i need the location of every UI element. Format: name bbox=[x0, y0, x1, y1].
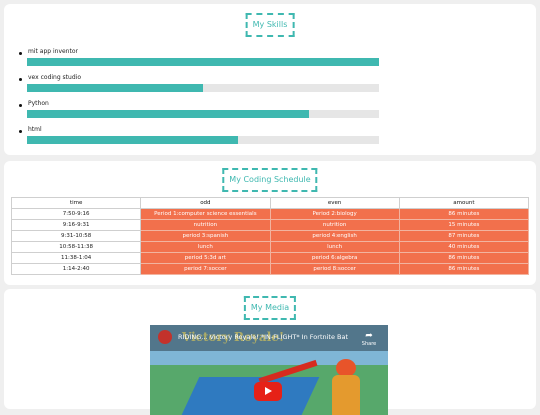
table-cell: Period 1:computer science essentials bbox=[140, 208, 271, 220]
channel-avatar-icon[interactable] bbox=[158, 330, 172, 344]
skills-card: My Skills mit app inventor vex coding st… bbox=[4, 4, 536, 155]
table-row: 10:58-11:38 lunch lunch 40 minutes bbox=[10, 241, 530, 253]
share-label: Share bbox=[361, 341, 377, 347]
table-cell: 11:38-1:04 bbox=[10, 252, 142, 264]
table-cell: period 8:soccer bbox=[269, 263, 400, 275]
bullet-icon bbox=[19, 130, 22, 133]
table-cell: 40 minutes bbox=[398, 241, 530, 253]
schedule-title: My Coding Schedule bbox=[222, 168, 318, 192]
table-cell: 86 minutes bbox=[398, 252, 530, 264]
table-cell: 87 minutes bbox=[398, 230, 530, 242]
media-card: My Media Victory Royale! RIDING... Victo… bbox=[4, 289, 536, 415]
table-cell: 10:58-11:38 bbox=[10, 241, 142, 253]
table-cell: 15 minutes bbox=[398, 219, 530, 231]
share-icon: ➦ bbox=[365, 331, 373, 341]
share-button[interactable]: ➦ Share bbox=[360, 331, 378, 347]
skills-title: My Skills bbox=[245, 13, 295, 37]
table-row: 11:38-1:04 period 5:3d art period 6:alge… bbox=[10, 252, 530, 264]
skill-progress-track bbox=[27, 136, 379, 144]
skill-label: Python bbox=[28, 100, 49, 107]
bullet-icon bbox=[19, 52, 22, 55]
table-row: 7:50-9:16 Period 1:computer science esse… bbox=[10, 208, 530, 220]
skill-progress-fill bbox=[27, 136, 239, 144]
table-cell: 9:31-10:58 bbox=[10, 230, 142, 242]
schedule-table: time odd even amount 7:50-9:16 Period 1:… bbox=[10, 197, 530, 275]
table-cell: period 7:soccer bbox=[140, 263, 271, 275]
table-cell: 86 minutes bbox=[398, 263, 530, 275]
skill-progress-track bbox=[27, 58, 379, 66]
skill-label: vex coding studio bbox=[28, 74, 81, 81]
skill-progress-track bbox=[27, 110, 379, 118]
table-cell: 7:50-9:16 bbox=[10, 208, 142, 220]
column-header: odd bbox=[140, 197, 271, 209]
column-header: time bbox=[10, 197, 142, 209]
column-header: even bbox=[269, 197, 400, 209]
table-header-row: time odd even amount bbox=[10, 197, 530, 209]
table-cell: Period 2:biology bbox=[269, 208, 400, 220]
skill-label: mit app inventor bbox=[28, 48, 78, 55]
table-cell: period 3:spanish bbox=[140, 230, 271, 242]
table-cell: period 6:algebra bbox=[269, 252, 400, 264]
table-cell: 86 minutes bbox=[398, 208, 530, 220]
play-icon bbox=[265, 387, 272, 395]
media-title: My Media bbox=[243, 296, 297, 320]
video-title-link[interactable]: RIDING... Victory Royale! *IN-FLIGHT* In… bbox=[178, 333, 348, 341]
table-row: 9:16-9:31 nutrition nutrition 15 minutes bbox=[10, 219, 530, 231]
schedule-card: My Coding Schedule time odd even amount … bbox=[4, 161, 536, 285]
play-button[interactable] bbox=[254, 382, 282, 401]
table-cell: 9:16-9:31 bbox=[10, 219, 142, 231]
skill-label: html bbox=[28, 126, 42, 133]
table-cell: lunch bbox=[140, 241, 271, 253]
bullet-icon bbox=[19, 104, 22, 107]
table-cell: period 5:3d art bbox=[140, 252, 271, 264]
table-cell: nutrition bbox=[269, 219, 400, 231]
skill-progress-fill bbox=[27, 110, 309, 118]
video-thumbnail-water bbox=[180, 377, 320, 415]
bullet-icon bbox=[19, 78, 22, 81]
character-body bbox=[332, 375, 360, 415]
table-cell: period 4:english bbox=[269, 230, 400, 242]
skill-progress-fill bbox=[27, 84, 203, 92]
character-graphic bbox=[328, 359, 364, 415]
skill-progress-track bbox=[27, 84, 379, 92]
column-header: amount bbox=[398, 197, 530, 209]
table-row: 9:31-10:58 period 3:spanish period 4:eng… bbox=[10, 230, 530, 242]
table-cell: lunch bbox=[269, 241, 400, 253]
video-embed[interactable]: Victory Royale! RIDING... Victory Royale… bbox=[150, 325, 388, 415]
table-cell: 1:14-2:40 bbox=[10, 263, 142, 275]
skill-progress-fill bbox=[27, 58, 379, 66]
table-row: 1:14-2:40 period 7:soccer period 8:socce… bbox=[10, 263, 530, 275]
table-cell: nutrition bbox=[140, 219, 271, 231]
